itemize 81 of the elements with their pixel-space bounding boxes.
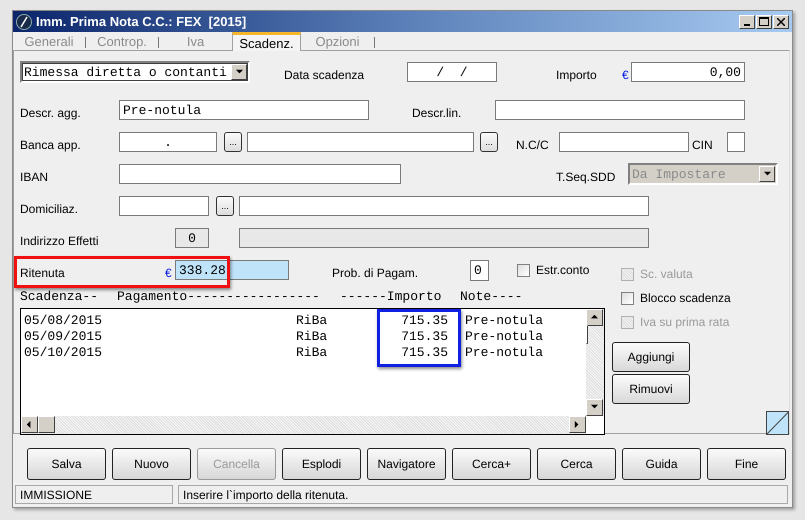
note-cell-text: Pre-notula: [465, 328, 544, 344]
payment-cell-text: RiBa: [296, 312, 328, 328]
field-label: Importo: [556, 67, 598, 82]
input-field[interactable]: [119, 196, 209, 216]
input-field[interactable]: [495, 100, 745, 120]
currency-symbol: €: [622, 67, 630, 82]
checkbox-label: Estr.conto: [536, 263, 590, 277]
action-button[interactable]: Navigatore: [367, 448, 446, 480]
column-header: Note----: [460, 288, 524, 304]
field-label: CIN: [692, 137, 714, 152]
date-cell-text: 05/08/2015: [24, 312, 104, 328]
payment-cell-text: RiBa: [296, 344, 328, 360]
browse-button[interactable]: ...: [224, 132, 242, 152]
action-button[interactable]: Salva: [27, 448, 106, 480]
minimize-icon: [744, 24, 750, 26]
horizontal-scrollbar[interactable]: [21, 416, 586, 434]
browse-button[interactable]: ...: [216, 196, 234, 216]
input-field[interactable]: [559, 132, 689, 152]
input-field[interactable]: 0: [470, 260, 489, 280]
action-button[interactable]: Nuovo: [112, 448, 191, 480]
tab[interactable]: Scadenz.: [232, 32, 301, 51]
input-field[interactable]: [727, 132, 745, 152]
maximize-icon: [759, 17, 769, 26]
payment-type-dropdown[interactable]: Rimessa diretta o contanti: [20, 61, 250, 83]
field-label: T.Seq.SDD: [556, 169, 616, 184]
action-button[interactable]: Cerca+: [452, 448, 531, 480]
checkbox[interactable]: [517, 264, 530, 276]
amount-field[interactable]: 0,00: [631, 62, 745, 82]
amount-cell-text: 715.35: [400, 312, 448, 328]
scroll-thumb[interactable]: [38, 416, 55, 433]
currency-symbol: €: [165, 265, 173, 280]
action-button[interactable]: Guida: [622, 448, 701, 480]
add-button[interactable]: Aggiungi: [612, 342, 690, 372]
status-message: Inserire l`importo della ritenuta.: [178, 485, 788, 504]
maximize-button[interactable]: [756, 14, 772, 28]
readonly-field: 0: [175, 228, 209, 248]
close-icon: [777, 18, 785, 26]
field-label: Indirizzo Effetti: [20, 233, 100, 248]
field-label: Descr.lin.: [412, 105, 462, 120]
checkbox-label: Sc. valuta: [640, 267, 693, 281]
field-label: Domiciliaz.: [20, 201, 80, 216]
checkbox[interactable]: [621, 292, 634, 304]
vertical-scrollbar[interactable]: [586, 309, 604, 416]
amount-cell-text: 715.35: [400, 328, 448, 344]
field-label: IBAN: [20, 169, 50, 184]
note-cell-text: Pre-notula: [465, 344, 544, 360]
date-cell-text: 05/10/2015: [24, 344, 104, 360]
date-cell-text: 05/09/2015: [24, 328, 104, 344]
action-button[interactable]: Fine: [707, 448, 786, 480]
column-header: ------Importo: [340, 288, 442, 304]
field-label: Banca app.: [20, 137, 82, 152]
date-field[interactable]: / /: [407, 62, 497, 82]
close-button[interactable]: [773, 14, 789, 28]
input-field[interactable]: .: [119, 132, 217, 152]
input-field[interactable]: [247, 132, 474, 152]
browse-button[interactable]: ...: [480, 132, 498, 152]
field-label: Descr. agg.: [20, 105, 82, 120]
column-header: Pagamento-----------------: [117, 288, 321, 304]
note-cell-text: Pre-notula: [465, 312, 544, 328]
action-button[interactable]: Cerca: [537, 448, 616, 480]
checkbox-label: Blocco scadenza: [640, 291, 731, 305]
page-corner-icon: [766, 411, 789, 435]
action-button[interactable]: Esplodi: [282, 448, 361, 480]
input-field[interactable]: [119, 164, 401, 184]
window-title: Imm. Prima Nota C.C.: FEX [2015]: [36, 14, 248, 29]
quill-logo-icon: [16, 14, 32, 30]
field-label: Data scadenza: [284, 67, 366, 82]
status-mode: IMMISSIONE: [15, 485, 173, 504]
remove-button[interactable]: Rimuovi: [612, 374, 690, 404]
amount-cell-text: 715.35: [400, 344, 448, 360]
column-header: Scadenza--: [20, 288, 100, 304]
field-label: Ritenuta: [20, 265, 66, 280]
field-label: Prob. di Pagam.: [332, 265, 420, 280]
payment-cell-text: RiBa: [296, 328, 328, 344]
input-field[interactable]: [239, 196, 649, 216]
field-label: N.C/C: [516, 137, 550, 152]
amount-field[interactable]: 338.28: [175, 260, 289, 280]
minimize-button[interactable]: [739, 14, 755, 28]
scroll-thumb[interactable]: [586, 325, 588, 344]
input-field[interactable]: Pre-notula: [119, 100, 369, 120]
checkbox-label: Iva su prima rata: [640, 315, 730, 329]
